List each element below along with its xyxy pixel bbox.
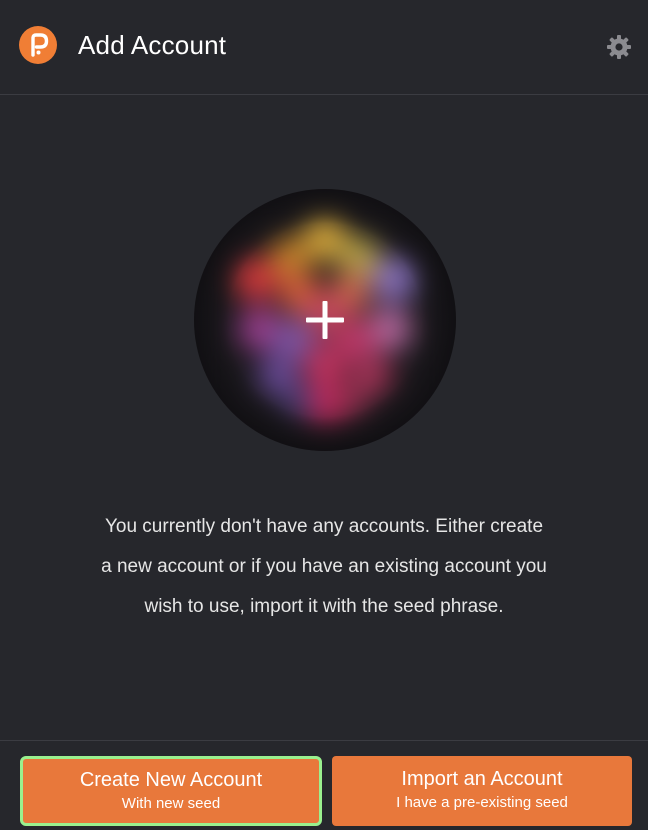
create-account-sublabel: With new seed [121,795,221,812]
add-account-avatar[interactable] [194,189,456,451]
create-new-account-button[interactable]: Create New Account With new seed [20,756,322,826]
import-account-button[interactable]: Import an Account I have a pre-existing … [332,756,632,826]
message-line: wish to use, import it with the seed phr… [144,596,504,617]
no-accounts-message: You currently don't have any accounts. E… [40,507,608,627]
header: Add Account [0,0,648,95]
import-account-sublabel: I have a pre-existing seed [396,794,568,811]
polkadot-logo-icon [19,26,57,64]
plus-icon [306,301,344,339]
gear-icon[interactable] [606,34,632,60]
import-account-label: Import an Account [401,768,563,790]
message-line: You currently don't have any accounts. E… [104,516,544,537]
message-line: a new account or if you have an existing… [101,556,547,577]
create-account-label: Create New Account [79,769,263,791]
page-title: Add Account [78,30,227,60]
add-account-screen: Add Account You currently don't have any… [0,0,648,830]
